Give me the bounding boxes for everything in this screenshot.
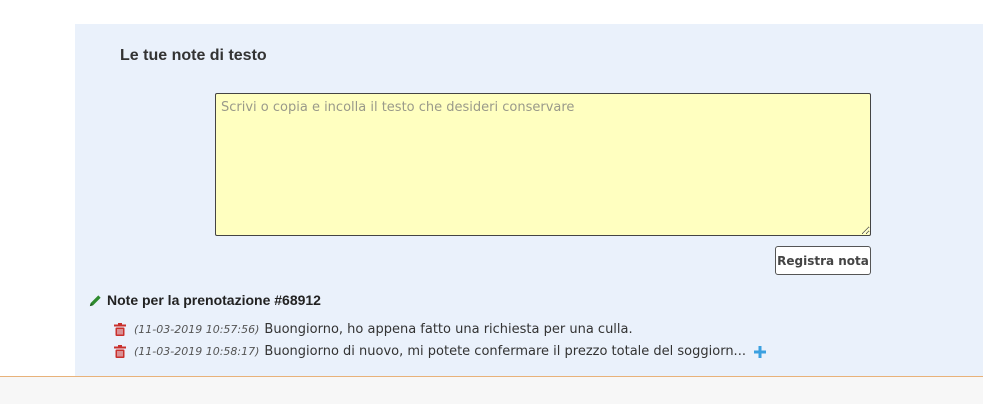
trash-icon[interactable] [114, 345, 126, 358]
trash-icon[interactable] [114, 323, 126, 336]
footer [0, 377, 983, 404]
note-text: Buongiorno, ho appena fatto una richiest… [264, 322, 633, 337]
notes-panel: Le tue note di testo Registra nota Note … [75, 24, 983, 376]
pencil-icon [89, 294, 101, 306]
note-text: Buongiorno di nuovo, mi potete confermar… [264, 344, 746, 359]
expand-plus-icon[interactable] [753, 345, 766, 358]
save-note-button[interactable]: Registra nota [775, 246, 871, 275]
page: Le tue note di testo Registra nota Note … [0, 0, 983, 404]
note-item: (11-03-2019 10:58:17) Buongiorno di nuov… [114, 344, 766, 359]
booking-notes-title: Note per la prenotazione #68912 [107, 292, 321, 308]
note-timestamp: (11-03-2019 10:57:56) [134, 323, 260, 336]
note-textarea[interactable] [215, 93, 871, 236]
note-timestamp: (11-03-2019 10:58:17) [134, 345, 260, 358]
top-strip [0, 0, 983, 24]
booking-notes-heading: Note per la prenotazione #68912 [88, 292, 321, 308]
section-title: Le tue note di testo [120, 47, 267, 64]
note-item: (11-03-2019 10:57:56) Buongiorno, ho app… [114, 322, 633, 337]
